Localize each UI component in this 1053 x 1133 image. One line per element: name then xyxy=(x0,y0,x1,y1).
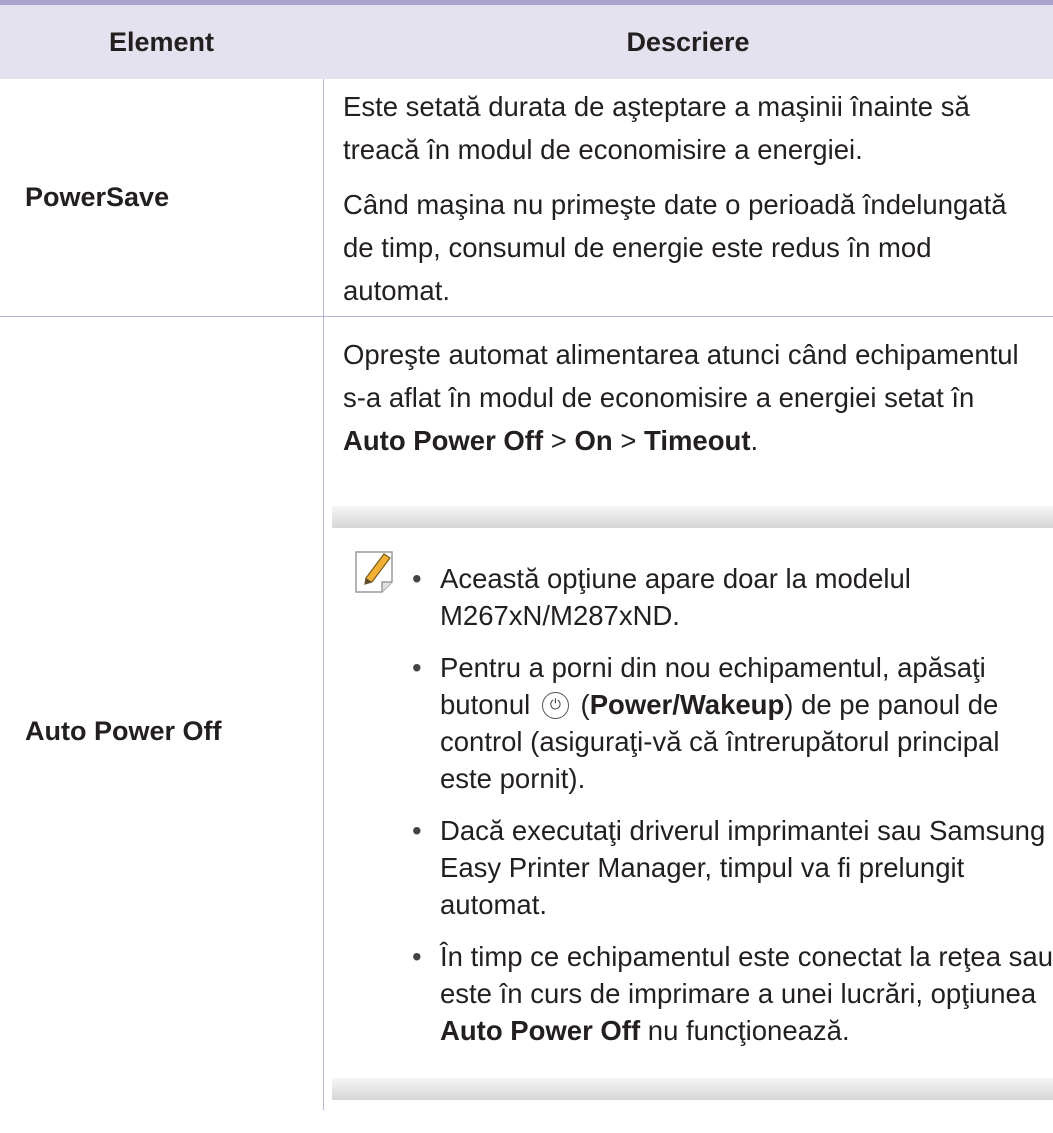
menu-auto-power-off: Auto Power Off xyxy=(343,425,544,456)
column-divider xyxy=(323,79,324,1110)
powersave-desc-1: Este setată durata de aşteptare a maşini… xyxy=(343,91,970,165)
note-pencil-icon xyxy=(355,551,393,593)
menu-on: On xyxy=(574,425,613,456)
header-element: Element xyxy=(108,26,215,57)
header-description: Descriere xyxy=(626,26,750,57)
menu-timeout: Timeout xyxy=(644,425,751,456)
note-bullet-list: Această opţiune apare doar la modelul M2… xyxy=(412,560,1053,1064)
auto-power-off-intro: Opreşte automat alimentarea atunci când … xyxy=(343,339,1019,456)
power-wakeup-label: Power/Wakeup xyxy=(589,689,785,720)
list-item: Pentru a porni din nou echipamentul, apă… xyxy=(412,649,1053,797)
row-divider xyxy=(0,316,1053,317)
power-icon xyxy=(541,692,569,719)
note-top-bar xyxy=(332,506,1053,528)
list-item: În timp ce echipamentul este conectat la… xyxy=(412,938,1053,1049)
row-auto-power-off-label: Auto Power Off xyxy=(25,716,222,746)
note-bottom-bar xyxy=(332,1078,1053,1100)
table-header-row: Element Descriere xyxy=(0,5,1053,79)
row-powersave-label: PowerSave xyxy=(25,182,170,212)
auto-power-off-bold: Auto Power Off xyxy=(440,1015,641,1046)
powersave-desc-2: Când maşina nu primeşte date o perioadă … xyxy=(343,189,1007,306)
list-item: Această opţiune apare doar la modelul M2… xyxy=(412,560,1053,634)
list-item: Dacă executaţi driverul imprimantei sau … xyxy=(412,812,1053,923)
